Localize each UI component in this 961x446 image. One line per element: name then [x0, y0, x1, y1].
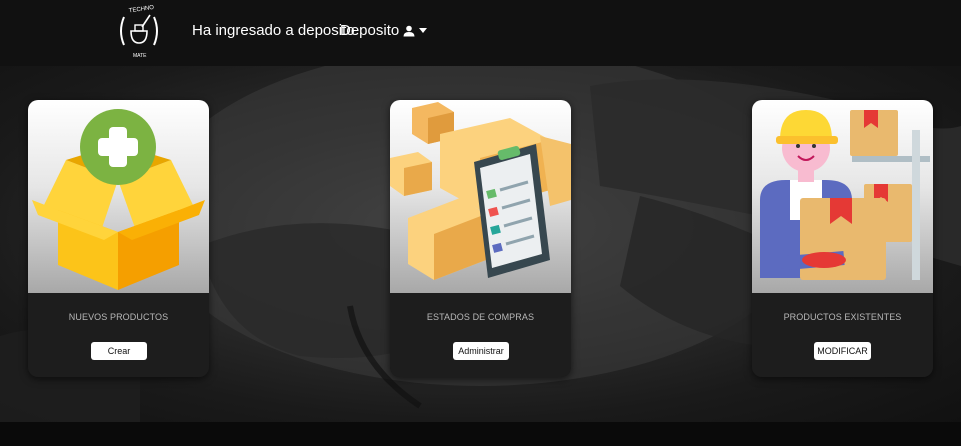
card-title: NUEVOS PRODUCTOS: [68, 312, 169, 322]
card-image: [752, 100, 933, 293]
user-menu-label: Deposito: [340, 22, 400, 39]
svg-text:TECHNO: TECHNO: [129, 5, 155, 15]
svg-text:MATE: MATE: [133, 53, 147, 59]
modificar-button[interactable]: MODIFICAR: [814, 342, 871, 360]
card-title: PRODUCTOS EXISTENTES: [783, 312, 902, 322]
card-image: [28, 100, 209, 293]
user-icon: [403, 25, 415, 37]
footer: [0, 422, 961, 446]
welcome-text: Ha ingresado a deposito: [192, 22, 355, 39]
crear-button[interactable]: Crear: [91, 342, 147, 360]
card-image: [390, 100, 571, 293]
card-title: ESTADOS DE COMPRAS: [426, 312, 535, 322]
card-estados-de-compras: ESTADOS DE COMPRAS Administrar: [390, 100, 571, 377]
open-box-plus-icon: [32, 109, 205, 290]
card-body: NUEVOS PRODUCTOS Crear: [28, 293, 209, 377]
caret-down-icon: [419, 27, 428, 34]
techno-mate-logo[interactable]: TECHNO MATE: [116, 3, 162, 61]
card-productos-existentes: PRODUCTOS EXISTENTES MODIFICAR: [752, 100, 933, 377]
worker-boxes-icon: [760, 110, 930, 280]
card-body: ESTADOS DE COMPRAS Administrar: [390, 293, 571, 377]
card-body: PRODUCTOS EXISTENTES MODIFICAR: [752, 293, 933, 377]
boxes-clipboard-icon: [390, 102, 571, 280]
card-nuevos-productos: NUEVOS PRODUCTOS Crear: [28, 100, 209, 377]
administrar-button[interactable]: Administrar: [453, 342, 509, 360]
top-navbar: TECHNO MATE Ha ingresado a deposito Depo…: [0, 0, 961, 66]
user-menu-dropdown[interactable]: Deposito: [340, 22, 428, 39]
